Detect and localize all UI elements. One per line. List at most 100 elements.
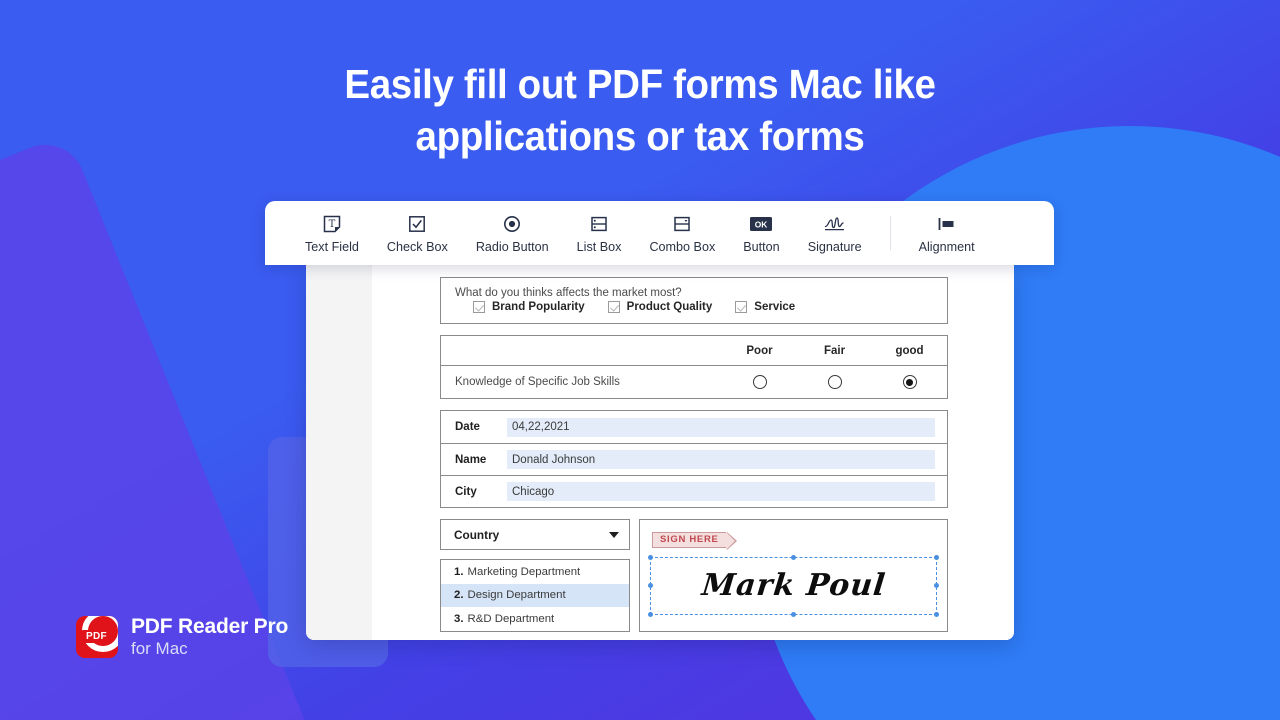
toolbar-item-check-box[interactable]: Check Box	[373, 213, 462, 254]
toolbar-item-signature[interactable]: Signature	[794, 213, 876, 254]
rating-row-label: Knowledge of Specific Job Skills	[455, 376, 620, 388]
check-box-icon	[407, 213, 427, 235]
list-item-label: Marketing Department	[467, 565, 581, 578]
market-question-block: What do you thinks affects the market mo…	[440, 277, 948, 324]
toolbar-item-label: Signature	[807, 239, 862, 254]
bottom-left-column: Country 1. Marketing Department 2. Desig…	[440, 519, 630, 632]
ok-button-icon: OK	[748, 213, 774, 235]
svg-text:OK: OK	[755, 219, 768, 229]
country-combo-box[interactable]: Country	[440, 519, 630, 550]
rating-table: Poor Fair good Knowledge of Specific Job…	[440, 335, 948, 399]
resize-handle-middle-right[interactable]	[934, 583, 939, 588]
text-field-icon: T	[322, 213, 342, 235]
headline-line-1: Easily fill out PDF forms Mac like	[344, 61, 936, 107]
checkbox-option[interactable]: Brand Popularity	[473, 301, 585, 313]
checkbox-label: Product Quality	[626, 301, 713, 313]
toolbar-item-button[interactable]: OK Button	[729, 213, 793, 254]
rating-cell[interactable]	[872, 375, 947, 389]
toolbar-item-label: List Box	[576, 239, 622, 254]
rating-cell[interactable]	[797, 375, 872, 389]
toolbar-item-combo-box[interactable]: Combo Box	[635, 213, 729, 254]
resize-handle-top-left[interactable]	[648, 554, 653, 560]
table-row: Knowledge of Specific Job Skills	[441, 366, 947, 398]
list-item-label: Design Department	[467, 589, 566, 602]
pdf-reader-pro-icon: PDF	[76, 616, 118, 658]
page-title: Easily fill out PDF forms Mac like appli…	[38, 58, 1241, 162]
signature-panel: SIGN HERE Mark Poul	[639, 519, 948, 632]
combo-box-value: Country	[454, 527, 500, 542]
list-box-icon	[589, 213, 609, 235]
rating-table-header: Poor Fair good	[441, 336, 947, 366]
resize-handle-middle-left[interactable]	[648, 583, 653, 588]
form-field-row: City Chicago	[441, 475, 947, 507]
checkbox-option[interactable]: Service	[735, 301, 795, 313]
list-item-number: 2.	[454, 589, 464, 602]
department-list-box[interactable]: 1. Marketing Department 2. Design Depart…	[440, 559, 630, 632]
sign-here-label: SIGN HERE	[660, 534, 719, 545]
list-item-number: 1.	[454, 565, 464, 578]
resize-handle-top-center[interactable]	[791, 554, 796, 560]
logo-subtitle: for Mac	[131, 639, 188, 659]
checkbox-icon[interactable]	[735, 301, 748, 313]
form-field-row: Name Donald Johnson	[441, 443, 947, 475]
resize-handle-bottom-center[interactable]	[791, 611, 796, 617]
toolbar-item-label: Alignment	[918, 239, 975, 254]
signature-icon	[822, 213, 848, 235]
resize-handle-bottom-right[interactable]	[934, 611, 939, 617]
toolbar-item-label: Radio Button	[475, 239, 549, 254]
bottom-section: Country 1. Marketing Department 2. Desig…	[440, 519, 948, 632]
toolbar-divider	[889, 216, 891, 250]
resize-handle-bottom-left[interactable]	[648, 611, 653, 617]
radio-button-fair[interactable]	[827, 375, 842, 389]
toolbar-item-radio-button[interactable]: Radio Button	[462, 213, 563, 254]
form-tools-toolbar: T Text Field Check Box Radio Button List…	[265, 201, 1054, 265]
date-input[interactable]: 04,22,2021	[507, 417, 935, 437]
rating-column-header: good	[895, 344, 924, 357]
name-input[interactable]: Donald Johnson	[507, 450, 935, 469]
radio-button-poor[interactable]	[752, 375, 767, 389]
radio-button-good[interactable]	[902, 375, 917, 389]
rating-cell[interactable]	[722, 375, 797, 389]
logo-badge-label: PDF	[82, 630, 111, 643]
field-label: Name	[455, 453, 487, 466]
chevron-down-icon	[609, 531, 619, 538]
rating-column-header: Poor	[746, 344, 773, 357]
form-field-row: Date 04,22,2021	[441, 411, 947, 443]
headline-line-2: applications or tax forms	[415, 113, 865, 159]
radio-button-icon	[502, 213, 522, 235]
list-item[interactable]: 2. Design Department	[441, 583, 629, 607]
alignment-icon	[935, 213, 959, 235]
city-input[interactable]: Chicago	[507, 482, 935, 501]
market-question-options: Brand Popularity Product Quality Service	[441, 301, 947, 323]
toolbar-item-text-field[interactable]: T Text Field	[291, 213, 373, 254]
signature-field[interactable]: Mark Poul	[648, 554, 939, 617]
resize-handle-top-right[interactable]	[934, 554, 939, 560]
field-label: City	[455, 485, 477, 498]
product-logo: PDF PDF Reader Pro for Mac	[76, 615, 289, 659]
pdf-page: What do you thinks affects the market mo…	[372, 265, 1014, 640]
list-item-label: R&D Department	[467, 612, 555, 625]
list-item-number: 3.	[454, 612, 464, 625]
combo-box-icon	[672, 213, 692, 235]
toolbar-item-label: Button	[743, 239, 780, 254]
toolbar-item-label: Combo Box	[649, 239, 716, 254]
checkbox-option[interactable]: Product Quality	[607, 301, 713, 313]
toolbar-item-list-box[interactable]: List Box	[563, 213, 636, 254]
checkbox-icon[interactable]	[473, 301, 485, 313]
checkbox-label: Brand Popularity	[492, 301, 585, 313]
toolbar-item-label: Check Box	[386, 239, 448, 254]
pdf-document-window: What do you thinks affects the market mo…	[306, 265, 1014, 640]
checkbox-label: Service	[754, 301, 796, 313]
checkbox-icon[interactable]	[607, 301, 620, 313]
list-item[interactable]: 3. R&D Department	[441, 607, 629, 631]
sign-here-tag: SIGN HERE	[652, 531, 737, 550]
list-item[interactable]: 1. Marketing Department	[441, 560, 629, 584]
document-sidebar	[306, 265, 372, 640]
signature-value: Mark Poul	[699, 568, 888, 603]
text-fields-block: Date 04,22,2021 Name Donald Johnson City…	[440, 410, 948, 508]
rating-column-header: Fair	[823, 344, 846, 357]
logo-text: PDF Reader Pro for Mac	[131, 615, 289, 659]
logo-title: PDF Reader Pro	[131, 615, 289, 639]
field-label: Date	[455, 421, 480, 433]
toolbar-item-alignment[interactable]: Alignment	[905, 213, 989, 254]
